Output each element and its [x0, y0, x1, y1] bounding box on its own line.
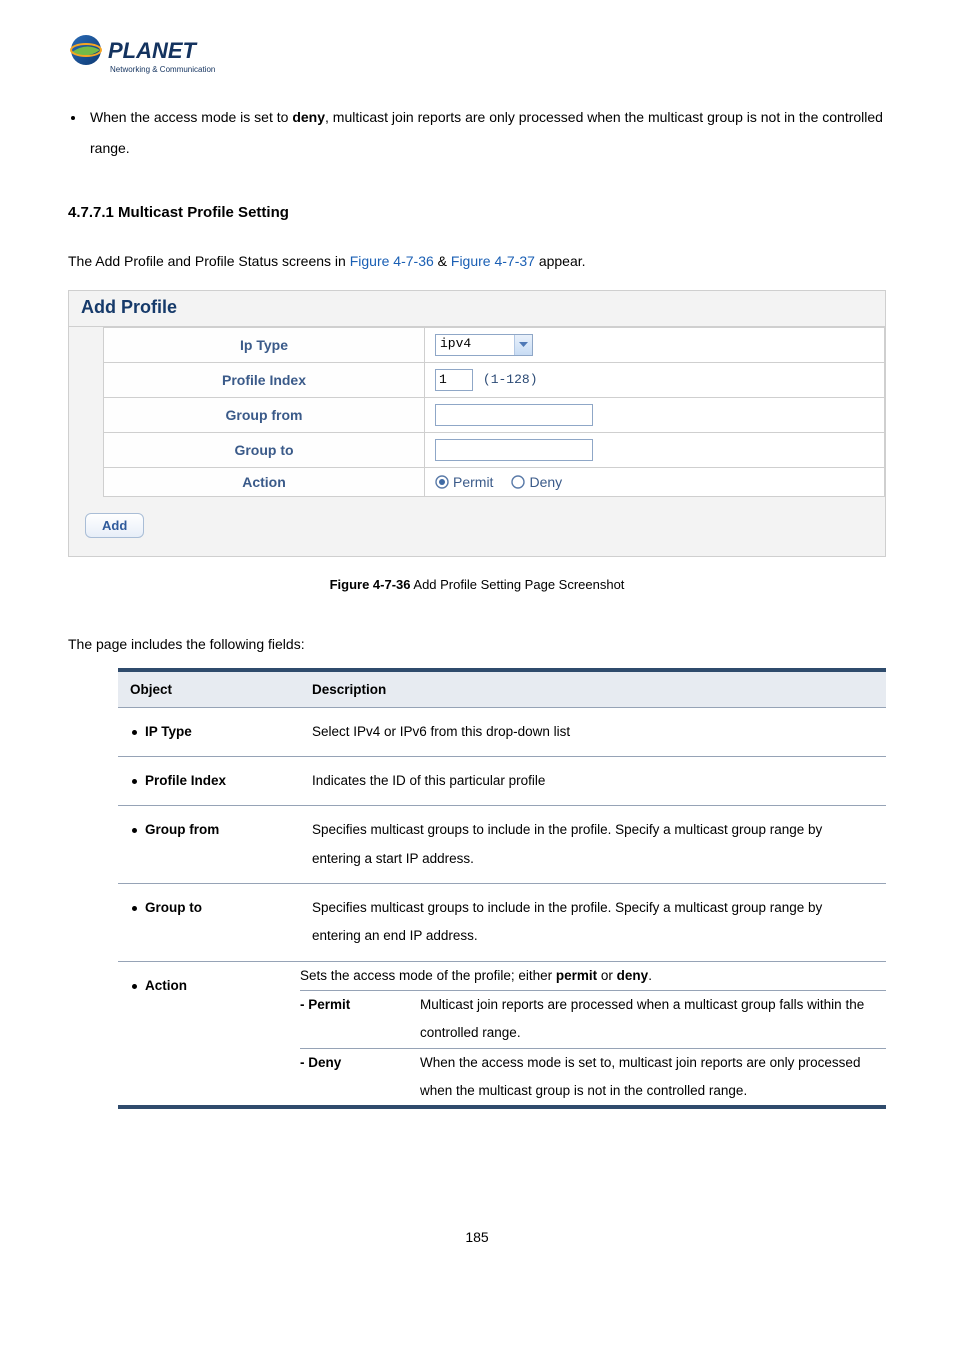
- permit-radio[interactable]: [435, 475, 449, 489]
- obj-ip-type: IP Type: [118, 707, 300, 756]
- action-lead-b1: permit: [556, 968, 597, 983]
- action-lead-after: .: [648, 968, 652, 983]
- group-from-input[interactable]: [435, 404, 593, 426]
- intro-bullet-item: When the access mode is set to deny, mul…: [86, 102, 886, 164]
- ip-type-select[interactable]: ipv4: [435, 334, 533, 356]
- action-lead-b2: deny: [617, 968, 649, 983]
- deny-sublabel: - Deny: [300, 1048, 420, 1105]
- action-label: Action: [104, 467, 425, 496]
- figure-link-1[interactable]: Figure 4-7-36: [350, 253, 434, 269]
- group-to-label: Group to: [104, 432, 425, 467]
- profile-index-range: (1-128): [483, 372, 538, 387]
- desc-group-to: Specifies multicast groups to include in…: [300, 883, 886, 961]
- obj-profile-index: Profile Index: [118, 756, 300, 805]
- deny-desc: When the access mode is set to, multicas…: [420, 1048, 886, 1105]
- action-lead-before: Sets the access mode of the profile; eit…: [300, 968, 556, 983]
- description-table: Object Description IP Type Select IPv4 o…: [118, 668, 886, 1110]
- obj-ip-type-label: IP Type: [145, 724, 192, 739]
- obj-group-to: Group to: [118, 883, 300, 961]
- brand-logo: PLANET Networking & Communication: [68, 30, 886, 82]
- add-profile-screenshot: Add Profile Ip Type ipv4 Profile Index: [68, 290, 886, 557]
- permit-radio-label: Permit: [453, 474, 493, 490]
- obj-action-label: Action: [145, 978, 187, 993]
- figure-caption-rest: Add Profile Setting Page Screenshot: [411, 577, 625, 592]
- figure-caption-bold: Figure 4-7-36: [330, 577, 411, 592]
- intro-bullet-bold: deny: [292, 109, 325, 125]
- intro-text-mid: &: [434, 253, 451, 269]
- intro-bullet-prefix: When the access mode is set to: [90, 109, 292, 125]
- ip-type-cell: ipv4: [425, 327, 885, 362]
- ip-type-select-value: ipv4: [436, 335, 514, 355]
- page-number: 185: [68, 1229, 886, 1245]
- action-lead-mid: or: [597, 968, 617, 983]
- deny-radio[interactable]: [511, 475, 525, 489]
- intro-text-before: The Add Profile and Profile Status scree…: [68, 253, 350, 269]
- add-profile-form: Ip Type ipv4 Profile Index (1-128): [103, 327, 885, 497]
- ip-type-label: Ip Type: [104, 327, 425, 362]
- profile-index-cell: (1-128): [425, 362, 885, 397]
- obj-group-from-label: Group from: [145, 822, 219, 837]
- logo-brand-text: PLANET: [108, 38, 198, 63]
- obj-action: Action: [118, 961, 300, 1107]
- profile-index-input[interactable]: [435, 369, 473, 391]
- profile-index-label: Profile Index: [104, 362, 425, 397]
- add-button[interactable]: Add: [85, 513, 144, 538]
- action-lead: Sets the access mode of the profile; eit…: [300, 962, 886, 991]
- figure-caption: Figure 4-7-36 Add Profile Setting Page S…: [68, 577, 886, 592]
- intro-bullet-list: When the access mode is set to deny, mul…: [68, 102, 886, 164]
- group-to-cell: [425, 432, 885, 467]
- section-heading: 4.7.7.1 Multicast Profile Setting: [68, 204, 886, 221]
- obj-profile-index-label: Profile Index: [145, 773, 226, 788]
- chevron-down-icon: [514, 335, 532, 355]
- deny-radio-label: Deny: [529, 474, 562, 490]
- col-object: Object: [118, 670, 300, 708]
- desc-profile-index: Indicates the ID of this particular prof…: [300, 756, 886, 805]
- intro-text-after: appear.: [535, 253, 586, 269]
- desc-ip-type: Select IPv4 or IPv6 from this drop-down …: [300, 707, 886, 756]
- permit-sublabel: - Permit: [300, 991, 420, 1049]
- group-from-label: Group from: [104, 397, 425, 432]
- panel-title: Add Profile: [69, 291, 885, 327]
- obj-group-to-label: Group to: [145, 900, 202, 915]
- fields-intro: The page includes the following fields:: [68, 636, 886, 652]
- col-description: Description: [300, 670, 886, 708]
- permit-desc: Multicast join reports are processed whe…: [420, 991, 886, 1049]
- desc-group-from: Specifies multicast groups to include in…: [300, 806, 886, 884]
- action-cell: Permit Deny: [425, 467, 885, 496]
- figure-link-2[interactable]: Figure 4-7-37: [451, 253, 535, 269]
- intro-paragraph: The Add Profile and Profile Status scree…: [68, 251, 886, 272]
- group-to-input[interactable]: [435, 439, 593, 461]
- obj-group-from: Group from: [118, 806, 300, 884]
- group-from-cell: [425, 397, 885, 432]
- logo-tagline: Networking & Communication: [110, 65, 215, 74]
- action-sub-table: Sets the access mode of the profile; eit…: [300, 962, 886, 1106]
